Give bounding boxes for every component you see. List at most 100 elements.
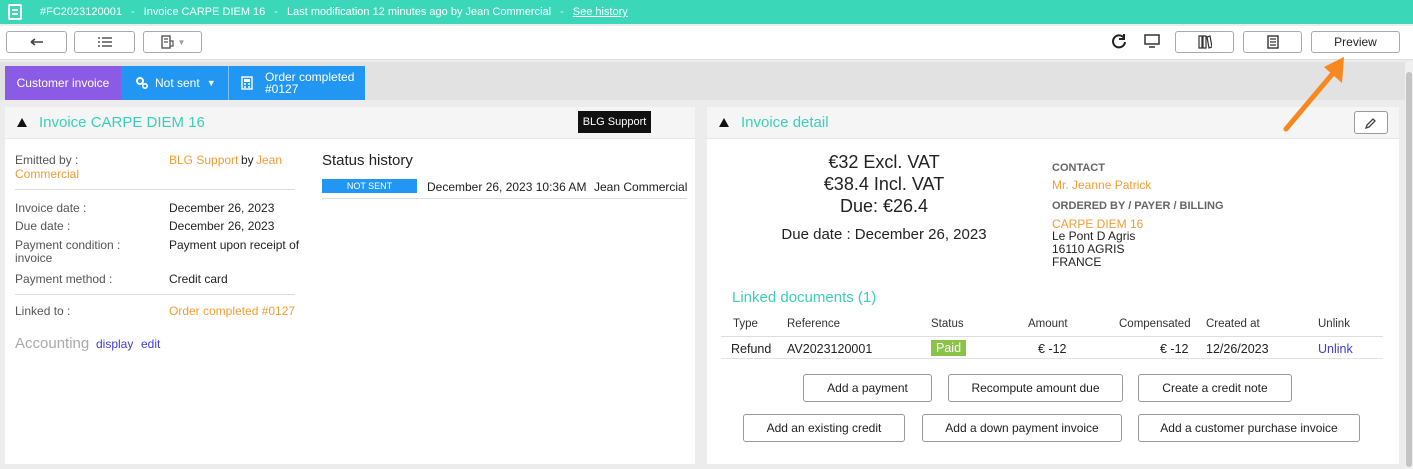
status-dropdown[interactable]: Not sent ▼ (121, 66, 228, 100)
annotation-arrow-icon (1283, 57, 1344, 132)
add-payment-button[interactable]: Add a payment (803, 374, 932, 402)
history-date: December 26, 2023 10:36 AM (427, 180, 587, 194)
arrow-back-icon (30, 38, 43, 46)
cell-amount: € -12 (1038, 342, 1067, 356)
status-history-row: NOT SENT December 26, 2023 10:36 AM Jean… (322, 177, 687, 199)
cell-compensated: € -12 (1160, 342, 1189, 356)
accounting-edit-link[interactable]: edit (141, 337, 160, 351)
books-button[interactable] (1175, 31, 1234, 53)
column-header: Status (931, 318, 964, 330)
separator: - (274, 6, 278, 18)
reference-link[interactable]: AV2023120001 (787, 342, 872, 356)
status-badge: NOT SENT (322, 179, 417, 193)
due-date: December 26, 2023 (169, 219, 275, 233)
status-bar: Customer invoice Not sent ▼ Order comple… (0, 62, 1413, 100)
column-header: Compensated (1119, 318, 1191, 330)
invoice-panel-header: Invoice CARPE DIEM 16 BLG Support (5, 107, 695, 139)
cell-created: 12/26/2023 (1206, 342, 1269, 356)
refresh-icon (1112, 34, 1126, 49)
payment-condition-label-cont: invoice (15, 251, 53, 265)
emitted-user-link[interactable]: Jean (256, 153, 282, 167)
linked-label: Linked to : (15, 304, 71, 318)
paid-badge: Paid (931, 340, 967, 356)
printer-icon (160, 35, 174, 49)
invoice-panel-title: Invoice CARPE DIEM 16 (39, 114, 205, 131)
emitted-by-link[interactable]: BLG Support (169, 153, 238, 167)
gears-icon (136, 77, 149, 90)
invoice-detail-panel: Invoice detail €32 Excl. VAT €38.4 Incl.… (707, 107, 1399, 464)
calculator-icon (241, 76, 253, 90)
scrollbar-thumb[interactable] (1406, 72, 1412, 467)
column-header: Amount (1028, 318, 1068, 330)
monitor-icon (1144, 34, 1160, 48)
separator: - (130, 6, 135, 18)
invoice-icon (8, 4, 22, 20)
add-down-payment-button[interactable]: Add a down payment invoice (922, 414, 1122, 442)
invoice-date-label: Invoice date : (15, 201, 87, 215)
unlink-link[interactable]: Unlink (1318, 342, 1353, 356)
payment-condition-label: Payment condition : (15, 238, 121, 252)
add-existing-credit-button[interactable]: Add an existing credit (743, 414, 905, 442)
divider (15, 189, 295, 190)
contact-name-link[interactable]: Mr. Jeanne Patrick (1052, 178, 1151, 192)
cell-type: Refund (731, 342, 772, 356)
recompute-amount-button[interactable]: Recompute amount due (948, 374, 1123, 402)
collapse-icon[interactable] (17, 118, 27, 127)
emitted-by-word: by (241, 153, 254, 167)
column-header: Created at (1206, 318, 1260, 330)
invoice-type-badge: Customer invoice (5, 66, 121, 100)
chevron-down-icon: ▼ (177, 37, 186, 47)
pencil-icon (1365, 117, 1376, 129)
address-line-2: 16110 AGRIS (1052, 242, 1125, 256)
add-purchase-invoice-button[interactable]: Add a customer purchase invoice (1138, 414, 1360, 442)
caret-down-icon: ▼ (206, 78, 216, 88)
back-button[interactable] (6, 31, 67, 53)
invoice-panel: Invoice CARPE DIEM 16 BLG Support Emitte… (5, 107, 695, 464)
books-icon (1197, 35, 1212, 49)
payment-method-label: Payment method : (15, 272, 113, 286)
list-icon (97, 37, 112, 47)
ordered-by-label: ORDERED BY / PAYER / BILLING (1052, 200, 1224, 212)
status-history-title: Status history (322, 152, 413, 169)
blg-support-badge: BLG Support (578, 111, 651, 133)
invoice-ref: #FC2023120001 (40, 6, 122, 18)
address-line-3: FRANCE (1052, 255, 1102, 269)
invoice-detail-title: Invoice detail (741, 114, 829, 131)
scrollbar[interactable] (1405, 62, 1413, 469)
list-button[interactable] (74, 31, 135, 53)
separator: - (560, 6, 564, 18)
top-bar: #FC2023120001 - Invoice CARPE DIEM 16 - … (0, 0, 1413, 24)
preview-button[interactable]: Preview (1311, 31, 1400, 53)
print-dropdown-button[interactable]: ▼ (143, 31, 202, 53)
order-line-2: #0127 (265, 82, 299, 96)
divider (15, 294, 295, 295)
archive-button[interactable] (1243, 31, 1302, 53)
payment-method: Credit card (169, 272, 228, 286)
linked-documents-title: Linked documents (1) (732, 289, 877, 306)
see-history-link[interactable]: See history (573, 6, 628, 18)
contact-label: CONTACT (1052, 162, 1105, 174)
due-date-label: Due date : (15, 219, 71, 233)
address-line-1: Le Pont D Agris (1052, 229, 1136, 243)
refresh-button[interactable] (1111, 33, 1131, 53)
order-completed-link[interactable]: Order completed #0127 (228, 66, 365, 100)
last-modification: Last modification 12 minutes ago by Jean… (286, 6, 552, 18)
column-header: Reference (787, 318, 841, 330)
history-user: Jean Commercial (594, 180, 688, 194)
payment-condition: Payment upon receipt of (169, 238, 300, 252)
monitor-button[interactable] (1144, 33, 1164, 53)
amount-incl-vat: €38.4 Incl. VAT (823, 174, 945, 194)
collapse-icon[interactable] (719, 118, 729, 127)
status-label: Not sent (155, 76, 200, 90)
amount-excl-vat: €32 Excl. VAT (828, 152, 940, 172)
invoice-date: December 26, 2023 (169, 201, 275, 215)
toolbar: ▼ Preview (0, 26, 1413, 60)
archive-icon (1266, 35, 1279, 49)
amount-due: Due: €26.4 (839, 196, 929, 216)
emitted-user-link-cont[interactable]: Commercial (15, 167, 79, 181)
accounting-display-link[interactable]: display (96, 337, 133, 351)
linked-order-link[interactable]: Order completed #0127 (169, 304, 295, 318)
column-header: Type (733, 318, 758, 330)
create-credit-note-button[interactable]: Create a credit note (1138, 374, 1292, 402)
due-date-summary: Due date : December 26, 2023 (781, 226, 987, 243)
